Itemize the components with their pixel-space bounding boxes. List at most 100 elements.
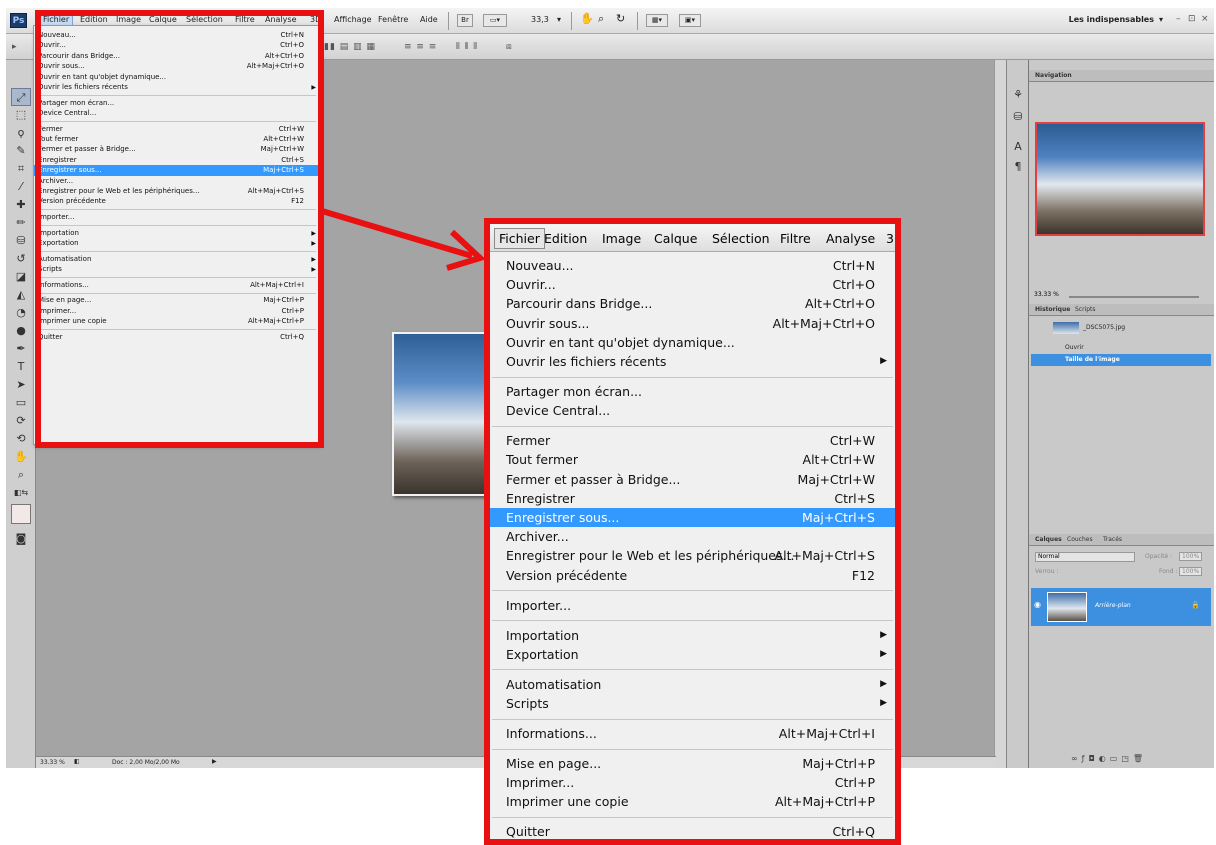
menu-item-parcourir-dans-bridge[interactable]: Parcourir dans Bridge... Alt+Ctrl+O — [490, 294, 895, 313]
tab-navigation[interactable]: Navigation — [1035, 72, 1072, 79]
zoom-menu-edition[interactable]: Edition — [544, 231, 587, 246]
align-icons[interactable]: ▮▮ ▤ ▥ ▦ — [324, 42, 376, 52]
menu-item-importer[interactable]: Importer... — [490, 596, 895, 615]
brush-tool-icon[interactable]: ✏ — [11, 214, 31, 232]
menu-item-importation[interactable]: Importation ▶ — [490, 626, 895, 645]
menu-item-quitter[interactable]: Quitter Ctrl+Q — [490, 822, 895, 839]
navigation-zoom-slider[interactable] — [1069, 296, 1199, 298]
history-brush-tool-icon[interactable]: ↺ — [11, 250, 31, 268]
pen-tool-icon[interactable]: ✒ — [11, 340, 31, 358]
navigation-thumbnail[interactable] — [1035, 122, 1205, 236]
type-tool-icon[interactable]: T — [11, 358, 31, 376]
tool-presets-icon[interactable]: ⚘ — [1011, 88, 1025, 102]
eraser-tool-icon[interactable]: ◪ — [11, 268, 31, 286]
move-tool-icon[interactable]: ⤢ — [11, 88, 31, 106]
chevron-down-icon[interactable]: ▾ — [557, 15, 561, 24]
blur-tool-icon[interactable]: ◔ — [11, 304, 31, 322]
menu-item-scripts[interactable]: Scripts ▶ — [490, 694, 895, 713]
eyedropper-tool-icon[interactable]: ⁄ — [11, 178, 31, 196]
3d-rotate-tool-icon[interactable]: ⟳ — [11, 412, 31, 430]
fill-field[interactable]: 100% — [1179, 567, 1203, 576]
hand-tool-icon[interactable]: ✋ — [580, 12, 594, 25]
workspace-switcher[interactable]: Les indispensables — [1069, 15, 1154, 24]
menu-item-archiver[interactable]: Archiver... — [490, 527, 895, 546]
visibility-eye-icon[interactable]: ◉ — [1034, 600, 1041, 609]
history-snapshot[interactable]: _DSC5075.jpg — [1031, 322, 1211, 334]
blend-mode-select[interactable]: Normal — [1035, 552, 1135, 562]
menu-item-ouvrir-en-tant-qu-objet-dynamique[interactable]: Ouvrir en tant qu'objet dynamique... — [490, 333, 895, 352]
clone-stamp-tool-icon[interactable]: ⛁ — [11, 232, 31, 250]
zoom-menu-analyse[interactable]: Analyse — [826, 231, 875, 246]
layers-footer-icons[interactable]: ∞ƒ◘◐▭◳🗑 — [1071, 754, 1147, 763]
zoom-tool-icon[interactable]: ⌕ — [11, 466, 31, 484]
menu-item-version-pr-c-dente[interactable]: Version précédente F12 — [490, 566, 895, 585]
opacity-field[interactable]: 100% — [1179, 552, 1203, 561]
character-icon[interactable]: A — [1011, 140, 1025, 154]
menu-item-informations[interactable]: Informations... Alt+Maj+Ctrl+I — [490, 724, 895, 743]
quick-selection-tool-icon[interactable]: ✎ — [11, 142, 31, 160]
close-icon[interactable]: × — [1201, 14, 1209, 24]
menu-item-fermer-et-passer-bridge[interactable]: Fermer et passer à Bridge... Maj+Ctrl+W — [490, 470, 895, 489]
menu-item-enregistrer-pour-le-web-et-les-p-riph-riques[interactable]: Enregistrer pour le Web et les périphéri… — [490, 546, 895, 565]
zoom-menu-3d[interactable]: 3D — [886, 231, 895, 246]
menu-item-exportation[interactable]: Exportation ▶ — [490, 645, 895, 664]
default-colors-icon[interactable]: ◧⇆ — [11, 484, 31, 502]
history-item-taille-image[interactable]: Taille de l'image — [1031, 354, 1211, 366]
crop-tool-icon[interactable]: ⌗ — [11, 160, 31, 178]
navigation-zoom-value[interactable]: 33.33 % — [1034, 291, 1059, 298]
layer-name[interactable]: Arrière-plan — [1095, 602, 1131, 609]
restore-icon[interactable]: ⊡ — [1188, 14, 1196, 24]
menu-item-partager-mon-cran[interactable]: Partager mon écran... — [490, 382, 895, 401]
auto-align-icon[interactable]: ⧈ — [506, 42, 513, 52]
zoom-menu-s-lection[interactable]: Sélection — [712, 231, 770, 246]
menu-aide[interactable]: Aide — [420, 15, 438, 24]
dodge-tool-icon[interactable]: ● — [11, 322, 31, 340]
menu-item-imprimer-une-copie[interactable]: Imprimer une copie Alt+Maj+Ctrl+P — [490, 792, 895, 811]
rectangle-tool-icon[interactable]: ▭ — [11, 394, 31, 412]
menu-item-device-central[interactable]: Device Central... — [490, 401, 895, 420]
arrange-documents-icon[interactable]: ▦▾ — [646, 14, 668, 27]
color-swatches[interactable] — [11, 504, 31, 524]
paragraph-icon[interactable]: ¶ — [1011, 160, 1025, 174]
healing-brush-tool-icon[interactable]: ✚ — [11, 196, 31, 214]
zoom-level-select[interactable]: 33,3 — [531, 15, 549, 24]
menu-item-ouvrir[interactable]: Ouvrir... Ctrl+O — [490, 275, 895, 294]
mini-bridge-icon[interactable]: ▭▾ — [483, 14, 507, 27]
menu-item-fermer[interactable]: Fermer Ctrl+W — [490, 431, 895, 450]
distribute-horizontal-icons[interactable]: ⫴ ⫴ ⫴ — [456, 42, 478, 52]
zoom-menu-fichier[interactable]: Fichier — [494, 228, 545, 249]
menu-fenetre[interactable]: Fenêtre — [378, 15, 408, 24]
tab-scripts[interactable]: Scripts — [1075, 306, 1096, 313]
menu-item-mise-en-page[interactable]: Mise en page... Maj+Ctrl+P — [490, 754, 895, 773]
workspace-chevron-icon[interactable]: ▾ — [1159, 15, 1163, 24]
menu-item-ouvrir-les-fichiers-r-cents[interactable]: Ouvrir les fichiers récents ▶ — [490, 352, 895, 371]
tab-historique[interactable]: Historique — [1035, 306, 1070, 313]
tab-calques[interactable]: Calques — [1035, 536, 1062, 543]
status-info-icon[interactable]: ◧ — [74, 758, 80, 765]
bridge-button[interactable]: Br — [457, 14, 473, 27]
clone-source-icon[interactable]: ⛁ — [1011, 110, 1025, 124]
path-selection-tool-icon[interactable]: ➤ — [11, 376, 31, 394]
menu-item-enregistrer-sous[interactable]: Enregistrer sous... Maj+Ctrl+S — [490, 508, 895, 527]
rotate-view-icon[interactable]: ↻ — [616, 12, 625, 25]
move-tool-preset-icon[interactable]: ▸ — [12, 42, 18, 52]
screen-mode-icon[interactable]: ▣▾ — [679, 14, 701, 27]
zoom-menu-calque[interactable]: Calque — [654, 231, 697, 246]
lasso-tool-icon[interactable]: ϙ — [11, 124, 31, 142]
menu-item-imprimer[interactable]: Imprimer... Ctrl+P — [490, 773, 895, 792]
quick-mask-icon[interactable]: ◙ — [11, 530, 31, 548]
history-item-ouvrir[interactable]: Ouvrir — [1031, 342, 1211, 354]
marquee-tool-icon[interactable]: ⬚ — [11, 106, 31, 124]
zoom-menu-image[interactable]: Image — [602, 231, 641, 246]
distribute-icons[interactable]: ≡ ≡ ≡ — [404, 42, 437, 52]
zoom-menu-filtre[interactable]: Filtre — [780, 231, 811, 246]
menu-affichage[interactable]: Affichage — [334, 15, 372, 24]
menu-item-tout-fermer[interactable]: Tout fermer Alt+Ctrl+W — [490, 450, 895, 469]
menu-item-enregistrer[interactable]: Enregistrer Ctrl+S — [490, 489, 895, 508]
menu-item-nouveau[interactable]: Nouveau... Ctrl+N — [490, 256, 895, 275]
menu-item-automatisation[interactable]: Automatisation ▶ — [490, 675, 895, 694]
status-menu-arrow-icon[interactable]: ▶ — [212, 758, 217, 765]
minimize-icon[interactable]: – — [1176, 14, 1181, 24]
tab-couches[interactable]: Couches — [1067, 536, 1093, 543]
tab-traces[interactable]: Tracés — [1103, 536, 1122, 543]
